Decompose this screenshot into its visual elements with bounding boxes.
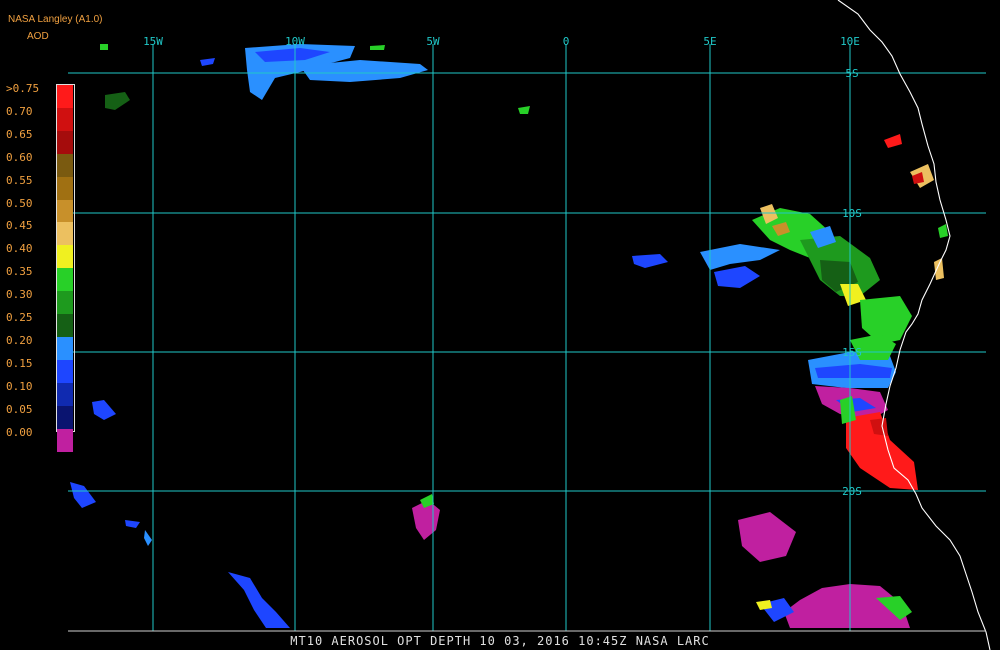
legend-tick-label: 0.40 <box>6 242 33 256</box>
longitude-label: 10E <box>840 35 860 48</box>
legend-swatch <box>57 199 73 223</box>
legend-tick-label: 0.30 <box>6 288 33 302</box>
legend-swatch <box>57 176 73 200</box>
legend-swatch <box>57 382 73 406</box>
legend-swatch <box>57 359 73 383</box>
legend-tick-label: 0.65 <box>6 127 33 141</box>
latitude-label: 5S <box>845 67 858 80</box>
legend-tick-label: >0.75 <box>6 82 40 95</box>
legend-tick-label: 0.15 <box>6 356 33 370</box>
legend-swatch <box>57 153 73 177</box>
legend-swatch <box>57 130 73 154</box>
legend-swatch <box>57 268 73 292</box>
legend-swatch <box>57 314 73 337</box>
legend-swatch <box>57 428 73 452</box>
color-legend: >0.75 0.70 0.65 0.60 0.55 0.50 0.45 0.40 0.35 0.3… <box>0 78 80 452</box>
longitude-label: 5E <box>703 35 716 48</box>
product-label: AOD <box>27 31 49 42</box>
legend-swatch <box>57 245 73 269</box>
legend-swatch <box>57 336 73 360</box>
legend-tick-label: 0.70 <box>6 104 33 118</box>
legend-swatch <box>57 222 73 246</box>
source-title: NASA Langley (A1.0) <box>8 14 103 25</box>
legend-swatch <box>57 85 73 108</box>
footer-caption: MT10 AEROSOL OPT DEPTH 10 03, 2016 10:45… <box>290 634 710 648</box>
legend-swatch <box>57 107 73 131</box>
longitude-label: 15W <box>143 35 163 48</box>
legend-tick-label: 0.55 <box>6 173 33 187</box>
legend-tick-label: 0.50 <box>6 196 33 210</box>
legend-swatch <box>57 405 73 429</box>
latitude-label: 20S <box>842 485 862 498</box>
legend-tick-label: 0.45 <box>6 219 33 233</box>
legend-tick-label: 0.20 <box>6 333 33 347</box>
longitude-label: 10W <box>285 35 305 48</box>
legend-tick-label: 0.60 <box>6 150 33 164</box>
latitude-label: 10S <box>842 207 862 220</box>
legend-tick-label: 0.00 <box>6 425 33 439</box>
legend-swatch <box>57 291 73 315</box>
legend-tick-label: 0.10 <box>6 379 33 393</box>
legend-tick-label: 0.35 <box>6 265 33 279</box>
longitude-label: 5W <box>426 35 440 48</box>
legend-tick-label: 0.25 <box>6 311 33 324</box>
longitude-label: 0 <box>563 35 570 48</box>
legend-tick-label: 0.05 <box>6 402 33 416</box>
aod-map: 15W 10W 5W 0 5E 10E 5S 10S 15S 20S <box>0 0 1000 650</box>
latitude-label: 15S <box>842 346 862 359</box>
